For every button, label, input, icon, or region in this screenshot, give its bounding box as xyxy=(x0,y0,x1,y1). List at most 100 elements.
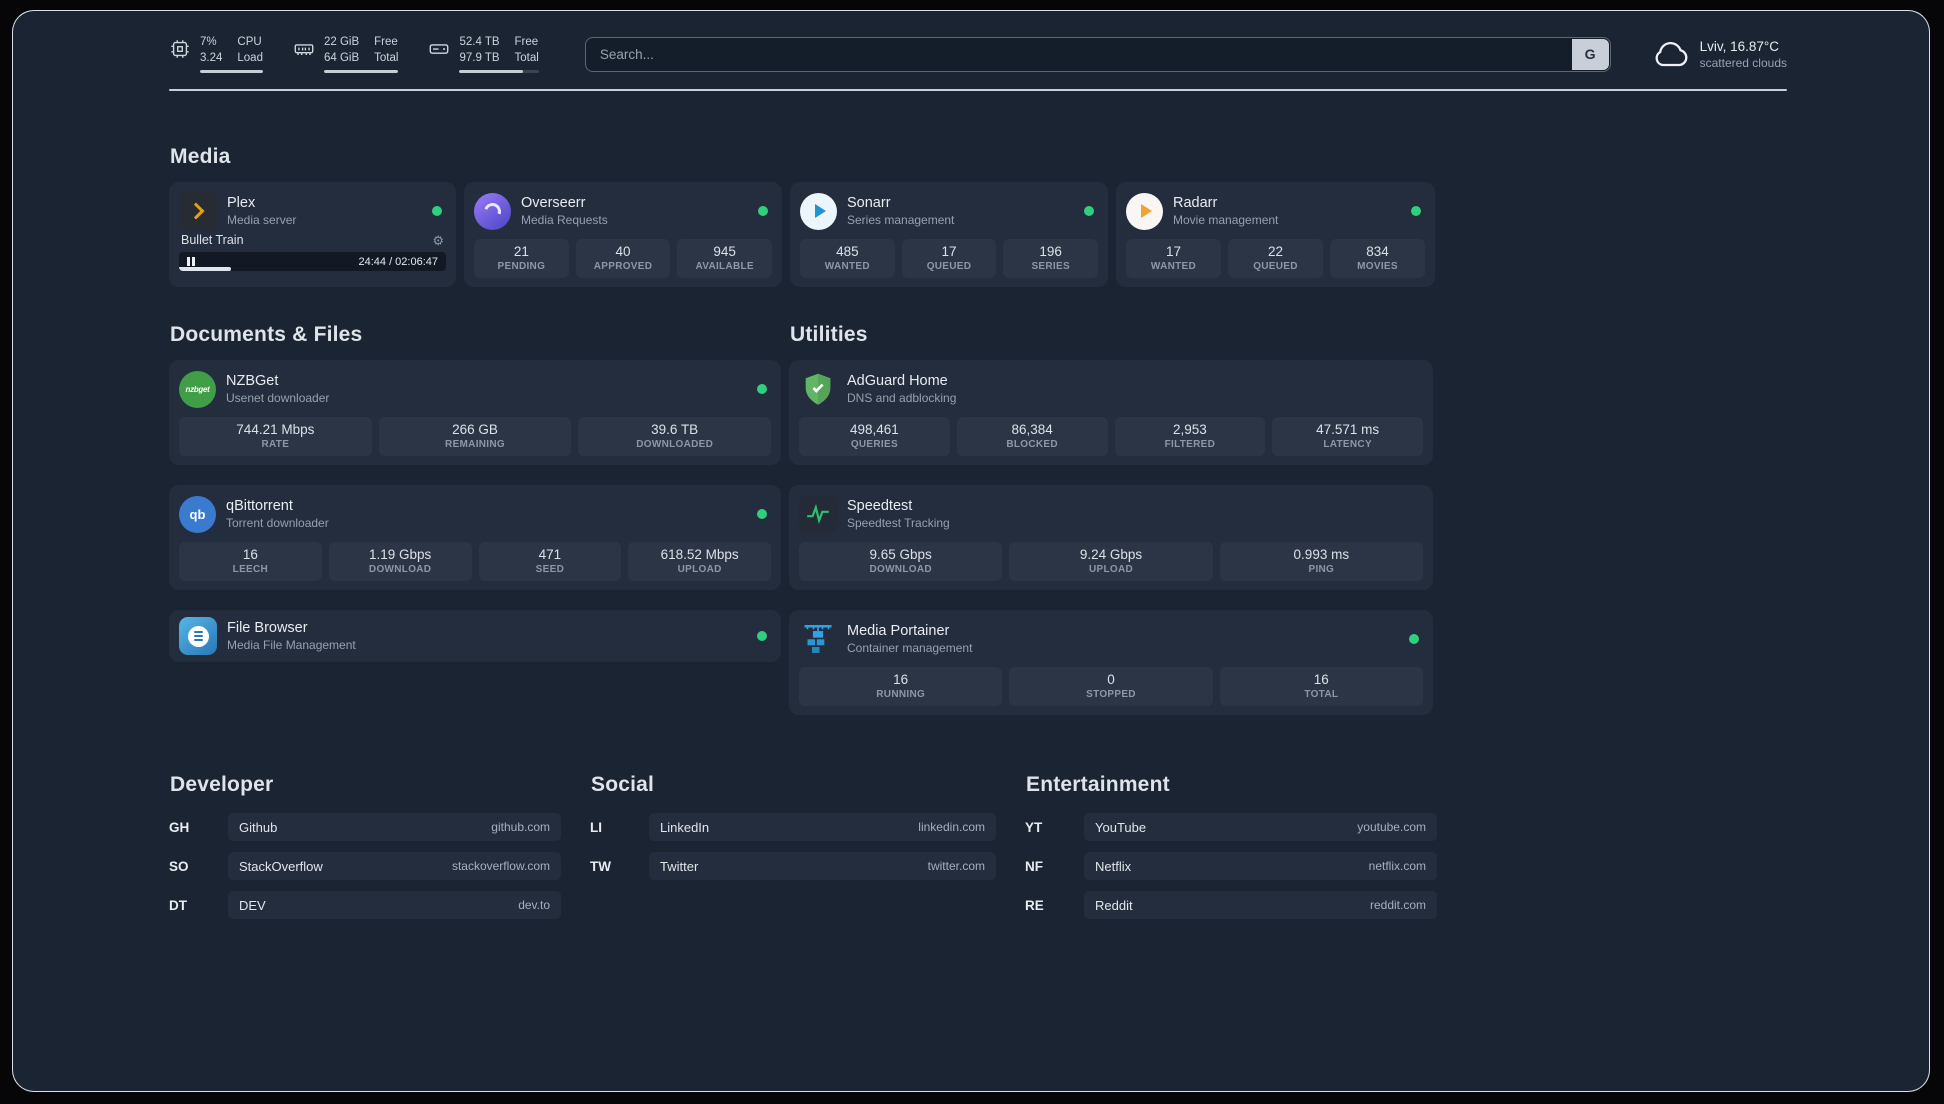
bookmark-row: RE Reddit reddit.com xyxy=(1025,891,1437,920)
bookmark-name: StackOverflow xyxy=(239,858,323,874)
bookmark-link[interactable]: LinkedIn linkedin.com xyxy=(649,813,996,842)
stat-value: 16 xyxy=(893,672,909,688)
stat-tile: 16 RUNNING xyxy=(799,667,1003,707)
stat-tile: 196 SERIES xyxy=(1003,239,1099,279)
status-dot-online xyxy=(757,631,767,642)
stat-value: 1.19 Gbps xyxy=(368,547,432,563)
service-card-nzbget[interactable]: nzbget NZBGet Usenet downloader 744.21 M… xyxy=(169,360,781,466)
service-card-qbittorrent[interactable]: qb qBittorrent Torrent downloader 16 LEEC… xyxy=(169,485,781,591)
stat-value: 498,461 xyxy=(849,422,899,438)
stat-label: REMAINING xyxy=(445,439,505,451)
stat-value: 834 xyxy=(1366,244,1389,260)
stat-value: 16 xyxy=(242,547,258,563)
bookmark-link[interactable]: YouTube youtube.com xyxy=(1084,813,1437,842)
bookmark-link[interactable]: DEV dev.to xyxy=(228,891,561,920)
service-card-adguard[interactable]: AdGuard Home DNS and adblocking 498,461 Q… xyxy=(789,360,1433,466)
bookmark-row: GH Github github.com xyxy=(169,813,561,842)
bookmark-abbr: DT xyxy=(169,897,187,913)
service-name: Overseerr xyxy=(521,195,586,212)
disk-label-2: Total xyxy=(514,51,539,64)
search-input[interactable] xyxy=(584,36,1611,72)
service-card-portainer[interactable]: Media Portainer Container management 16 R… xyxy=(789,610,1433,716)
qbittorrent-icon: qb xyxy=(179,495,216,533)
search-widget: G xyxy=(584,36,1611,72)
stat-tile: 471 SEED xyxy=(478,542,622,582)
service-stats: 21 PENDING 40 APPROVED 945 AVAILABLE xyxy=(474,239,773,279)
pause-button[interactable] xyxy=(187,257,195,267)
bookmark-link[interactable]: Github github.com xyxy=(228,813,561,842)
stat-label: DOWNLOAD xyxy=(368,564,432,576)
stat-tile: 47.571 ms LATENCY xyxy=(1272,417,1423,457)
stat-label: RUNNING xyxy=(876,689,926,701)
stat-tile: 485 WANTED xyxy=(800,239,895,279)
stat-value: 39.6 TB xyxy=(651,422,699,438)
memory-free: 22 GiB xyxy=(323,36,360,48)
stat-value: 9.24 Gbps xyxy=(1079,547,1143,563)
adguard-shield-icon xyxy=(799,370,837,408)
service-card-radarr[interactable]: Radarr Movie management 17 WANTED 22 QUEUED… xyxy=(1116,182,1435,288)
bookmark-name: Netflix xyxy=(1095,858,1132,874)
service-stats: 9.65 Gbps DOWNLOAD 9.24 Gbps UPLOAD 0.993 ms… xyxy=(799,542,1423,582)
stat-value: 744.21 Mbps xyxy=(236,422,315,438)
player-time: 24:44 / 02:06:47 xyxy=(358,255,438,268)
cpu-label-1: CPU xyxy=(237,36,262,48)
bookmark-link[interactable]: Twitter twitter.com xyxy=(649,852,996,881)
bookmark-domain: stackoverflow.com xyxy=(451,859,550,874)
status-dot-online xyxy=(1409,634,1419,645)
stat-tile: 86,384 BLOCKED xyxy=(956,417,1108,457)
stat-value: 47.571 ms xyxy=(1316,422,1380,438)
bookmark-link[interactable]: Reddit reddit.com xyxy=(1084,891,1437,920)
service-name: AdGuard Home xyxy=(847,373,948,390)
stat-tile: 9.24 Gbps UPLOAD xyxy=(1009,542,1213,582)
portainer-crane-icon xyxy=(799,620,837,658)
sonarr-icon xyxy=(800,192,837,230)
service-card-plex[interactable]: Plex Media server Bullet Train ⚙ 24:44 /… xyxy=(169,182,456,288)
stat-value: 21 xyxy=(513,244,529,260)
disk-free: 52.4 TB xyxy=(459,36,500,48)
stat-label: PING xyxy=(1308,564,1335,576)
service-card-sonarr[interactable]: Sonarr Series management 485 WANTED 17 QUEU… xyxy=(790,182,1108,288)
service-card-speedtest[interactable]: Speedtest Speedtest Tracking 9.65 Gbps DO… xyxy=(789,485,1433,591)
stat-label: AVAILABLE xyxy=(695,261,754,273)
service-subtitle: Container management xyxy=(847,641,973,656)
service-card-overseerr[interactable]: Overseerr Media Requests 21 PENDING 40 APPR… xyxy=(464,182,782,288)
stat-label: STOPPED xyxy=(1086,689,1136,701)
bookmark-group-entertainment: Entertainment YT YouTube youtube.com NF Netf… xyxy=(1025,773,1437,930)
top-bar: 7% 3.24 CPU Load 22 GiB 64 GiB Free Tota… xyxy=(169,35,1787,74)
section-title-documents: Documents & Files xyxy=(170,323,363,347)
service-subtitle: Movie management xyxy=(1173,213,1279,228)
player-bar: 24:44 / 02:06:47 xyxy=(179,252,446,272)
cpu-load-value: 3.24 xyxy=(200,51,223,64)
stat-tile: 39.6 TB DOWNLOADED xyxy=(578,417,772,457)
gear-icon[interactable]: ⚙ xyxy=(432,234,444,247)
section-utilities: Utilities AdGuard Home DNS and adblockin… xyxy=(789,323,1433,716)
stat-value: 0 xyxy=(1107,672,1115,688)
stat-value: 22 xyxy=(1267,244,1284,260)
service-name: Sonarr xyxy=(847,195,891,212)
bookmark-list-developer: GH Github github.com SO StackOverflow stackov… xyxy=(169,813,561,920)
stat-tile: 2,953 FILTERED xyxy=(1114,417,1266,457)
stat-label: LEECH xyxy=(232,564,269,576)
bookmark-name: YouTube xyxy=(1095,819,1147,835)
bookmark-row: SO StackOverflow stackoverflow.com xyxy=(169,852,561,881)
stat-tile: 16 TOTAL xyxy=(1219,667,1423,707)
stat-label: DOWNLOAD xyxy=(869,564,932,576)
stat-tile: 498,461 QUERIES xyxy=(799,417,950,457)
bookmark-list-social: LI LinkedIn linkedin.com TW Twitter twitter.c… xyxy=(590,813,996,881)
status-dot-online xyxy=(757,509,767,520)
memory-bar xyxy=(323,70,399,74)
stat-tile: 834 MOVIES xyxy=(1330,239,1425,279)
section-title-entertainment: Entertainment xyxy=(1026,773,1170,797)
stat-label: LATENCY xyxy=(1323,439,1372,451)
search-provider-button[interactable]: G xyxy=(1571,38,1609,70)
stat-value: 485 xyxy=(836,244,859,260)
bookmark-link[interactable]: Netflix netflix.com xyxy=(1084,852,1437,881)
bookmark-row: NF Netflix netflix.com xyxy=(1025,852,1437,881)
service-subtitle: Speedtest Tracking xyxy=(847,516,950,531)
service-card-filebrowser[interactable]: File Browser Media File Management xyxy=(169,610,781,663)
service-name: Media Portainer xyxy=(847,623,950,640)
bookmark-link[interactable]: StackOverflow stackoverflow.com xyxy=(228,852,561,881)
stat-label: QUERIES xyxy=(850,439,898,451)
speedtest-icon xyxy=(799,495,837,534)
service-stats: 744.21 Mbps RATE 266 GB REMAINING 39.6 TB DOW… xyxy=(179,417,772,457)
